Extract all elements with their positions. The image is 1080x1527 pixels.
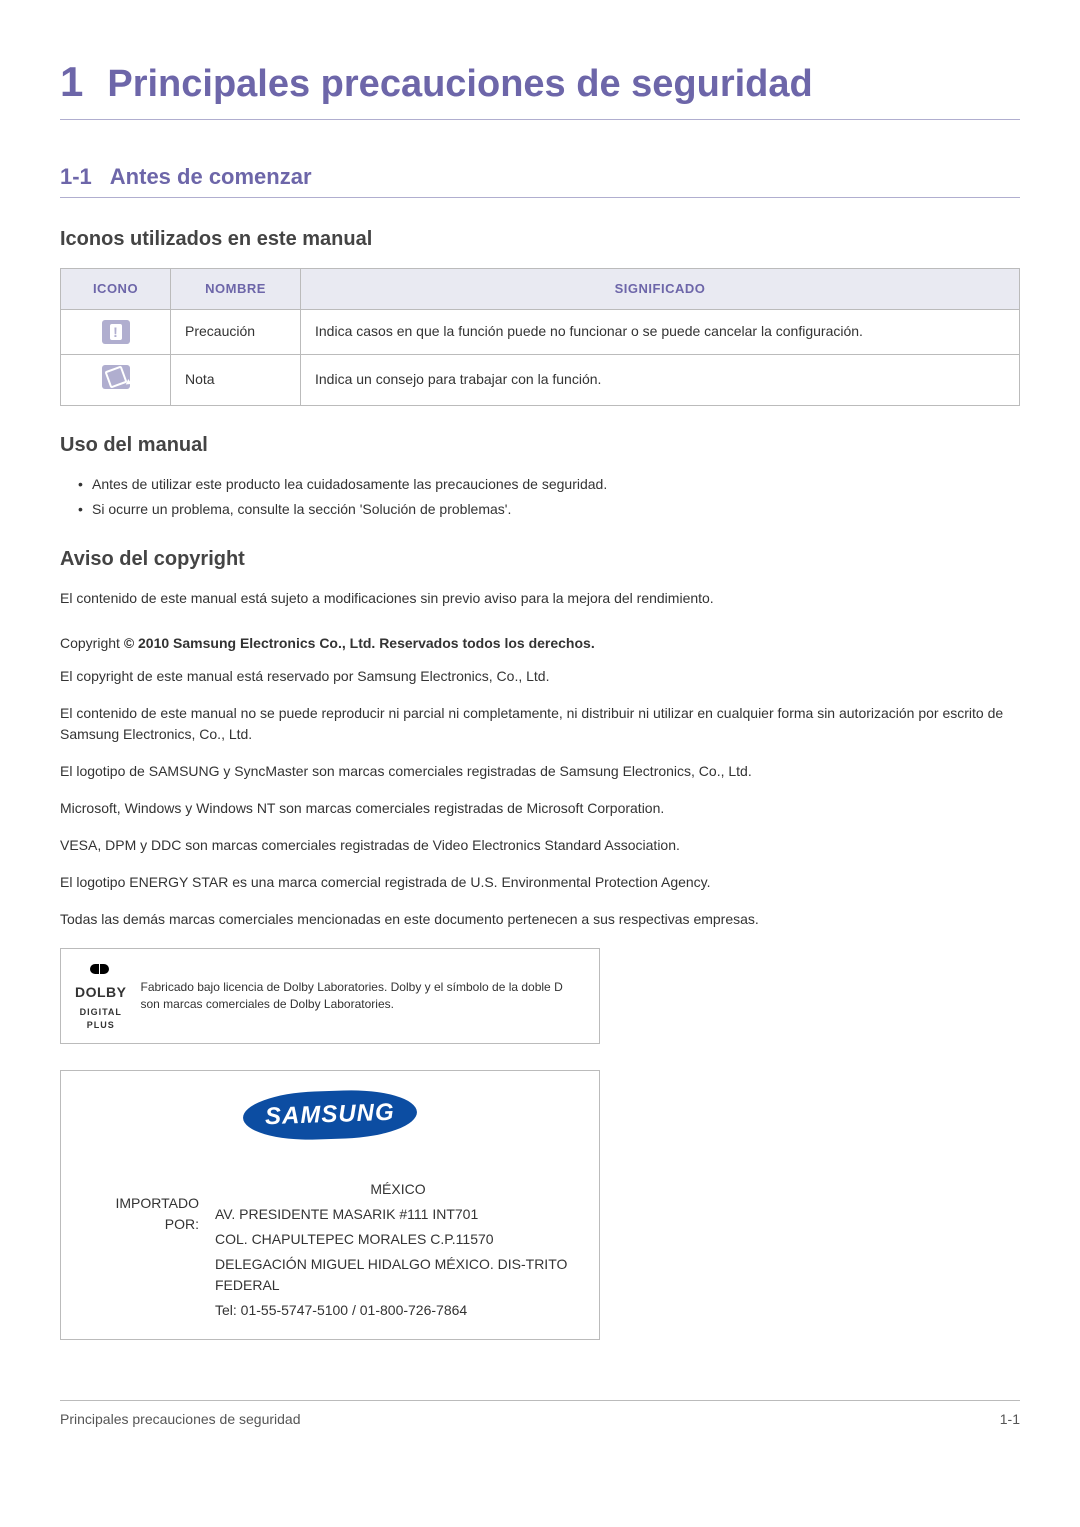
samsung-wordmark: SAMSUNG [242, 1088, 417, 1142]
dolby-text: Fabricado bajo licencia de Dolby Laborat… [141, 979, 586, 1013]
copyright-para: Todas las demás marcas comerciales menci… [60, 909, 1020, 930]
address-line: MÉXICO [215, 1179, 581, 1200]
icon-meaning-cell: Indica casos en que la función puede no … [301, 309, 1020, 354]
dolby-name: DOLBY [75, 982, 127, 1003]
importer-address: MÉXICO AV. PRESIDENTE MASARIK #111 INT70… [215, 1175, 581, 1325]
importer-label: IMPORTADO POR: [79, 1175, 199, 1325]
th-name: NOMBRE [171, 269, 301, 310]
footer-left: Principales precauciones de seguridad [60, 1409, 300, 1430]
copyright-prefix: Copyright [60, 635, 124, 651]
address-line: DELEGACIÓN MIGUEL HIDALGO MÉXICO. DIS-TR… [215, 1254, 581, 1296]
list-item: Si ocurre un problema, consulte la secci… [78, 499, 1020, 520]
copyright-para: El contenido de este manual no se puede … [60, 703, 1020, 745]
copyright-para: Microsoft, Windows y Windows NT son marc… [60, 798, 1020, 819]
manual-use-list: Antes de utilizar este producto lea cuid… [60, 474, 1020, 520]
caution-icon: ! [102, 320, 130, 344]
copyright-para: El logotipo ENERGY STAR es una marca com… [60, 872, 1020, 893]
copyright-bold: © 2010 Samsung Electronics Co., Ltd. Res… [124, 635, 595, 651]
address-line: Tel: 01-55-5747-5100 / 01-800-726-7864 [215, 1300, 581, 1321]
icon-name-cell: Nota [171, 354, 301, 405]
section-title: Antes de comenzar [110, 160, 312, 193]
copyright-para: VESA, DPM y DDC son marcas comerciales r… [60, 835, 1020, 856]
chapter-number: 1 [60, 50, 83, 113]
list-item: Antes de utilizar este producto lea cuid… [78, 474, 1020, 495]
dolby-box: DOLBY DIGITAL PLUS Fabricado bajo licenc… [60, 948, 600, 1044]
table-row: ! Precaución Indica casos en que la func… [61, 309, 1020, 354]
subheading-copyright: Aviso del copyright [60, 544, 1020, 574]
copyright-line: Copyright © 2010 Samsung Electronics Co.… [60, 633, 1020, 654]
copyright-para: El logotipo de SAMSUNG y SyncMaster son … [60, 761, 1020, 782]
th-icon: ICONO [61, 269, 171, 310]
copyright-para: El copyright de este manual está reserva… [60, 666, 1020, 687]
dolby-logo: DOLBY DIGITAL PLUS [75, 959, 127, 1033]
icon-meaning-cell: Indica un consejo para trabajar con la f… [301, 354, 1020, 405]
dolby-dd-icon [90, 959, 109, 982]
icons-table: ICONO NOMBRE SIGNIFICADO ! Precaución In… [60, 268, 1020, 406]
subheading-manual-use: Uso del manual [60, 430, 1020, 460]
copyright-intro: El contenido de este manual está sujeto … [60, 588, 1020, 609]
address-line: AV. PRESIDENTE MASARIK #111 INT701 [215, 1204, 581, 1225]
icon-name-cell: Precaución [171, 309, 301, 354]
dolby-subline: DIGITAL PLUS [75, 1006, 127, 1033]
footer-right: 1-1 [1000, 1409, 1020, 1430]
chapter-title: Principales precauciones de seguridad [107, 56, 812, 113]
table-row: Nota Indica un consejo para trabajar con… [61, 354, 1020, 405]
subheading-icons: Iconos utilizados en este manual [60, 224, 1020, 254]
address-line: COL. CHAPULTEPEC MORALES C.P.11570 [215, 1229, 581, 1250]
th-meaning: SIGNIFICADO [301, 269, 1020, 310]
section-number: 1-1 [60, 160, 92, 193]
importer-box: SAMSUNG IMPORTADO POR: MÉXICO AV. PRESID… [60, 1070, 600, 1340]
note-icon [102, 365, 130, 389]
samsung-logo: SAMSUNG [79, 1091, 581, 1139]
